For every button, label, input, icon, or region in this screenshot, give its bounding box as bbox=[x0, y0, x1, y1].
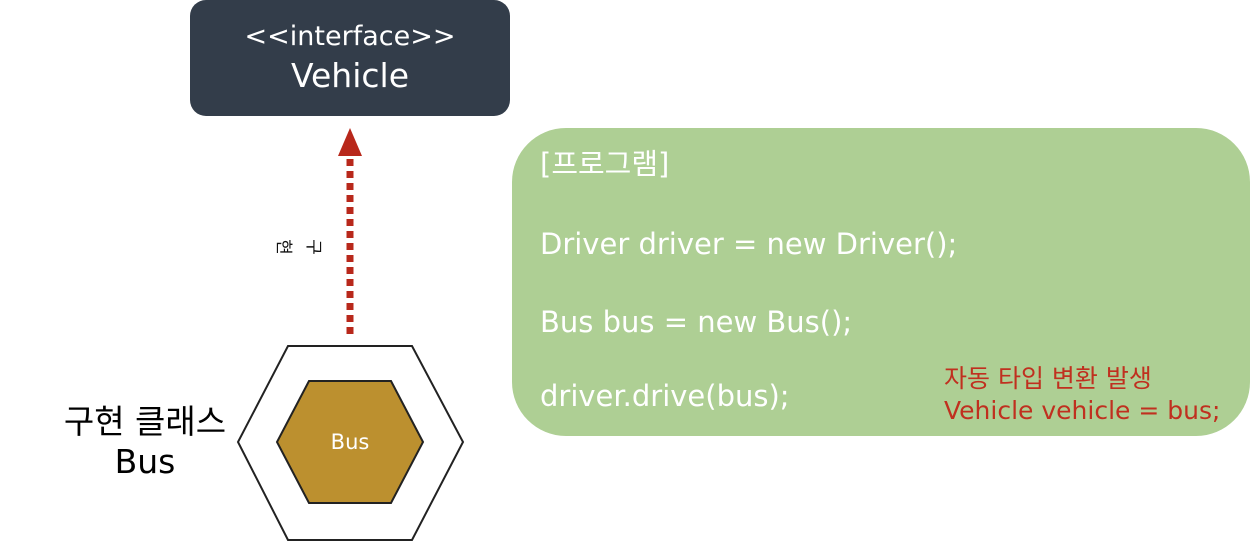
hexagon-label: Bus bbox=[330, 430, 370, 454]
type-conversion-note: 자동 타입 변환 발생 bbox=[944, 364, 1152, 393]
program-box: [프로그램] Driver driver = new Driver(); Bus… bbox=[512, 128, 1250, 436]
program-line: Bus bus = new Bus(); bbox=[540, 305, 853, 339]
program-line: driver.drive(bus); bbox=[540, 379, 790, 413]
type-conversion-code: Vehicle vehicle = bus; bbox=[944, 396, 1221, 425]
program-line: Driver driver = new Driver(); bbox=[540, 227, 958, 261]
program-header: [프로그램] bbox=[540, 147, 670, 181]
